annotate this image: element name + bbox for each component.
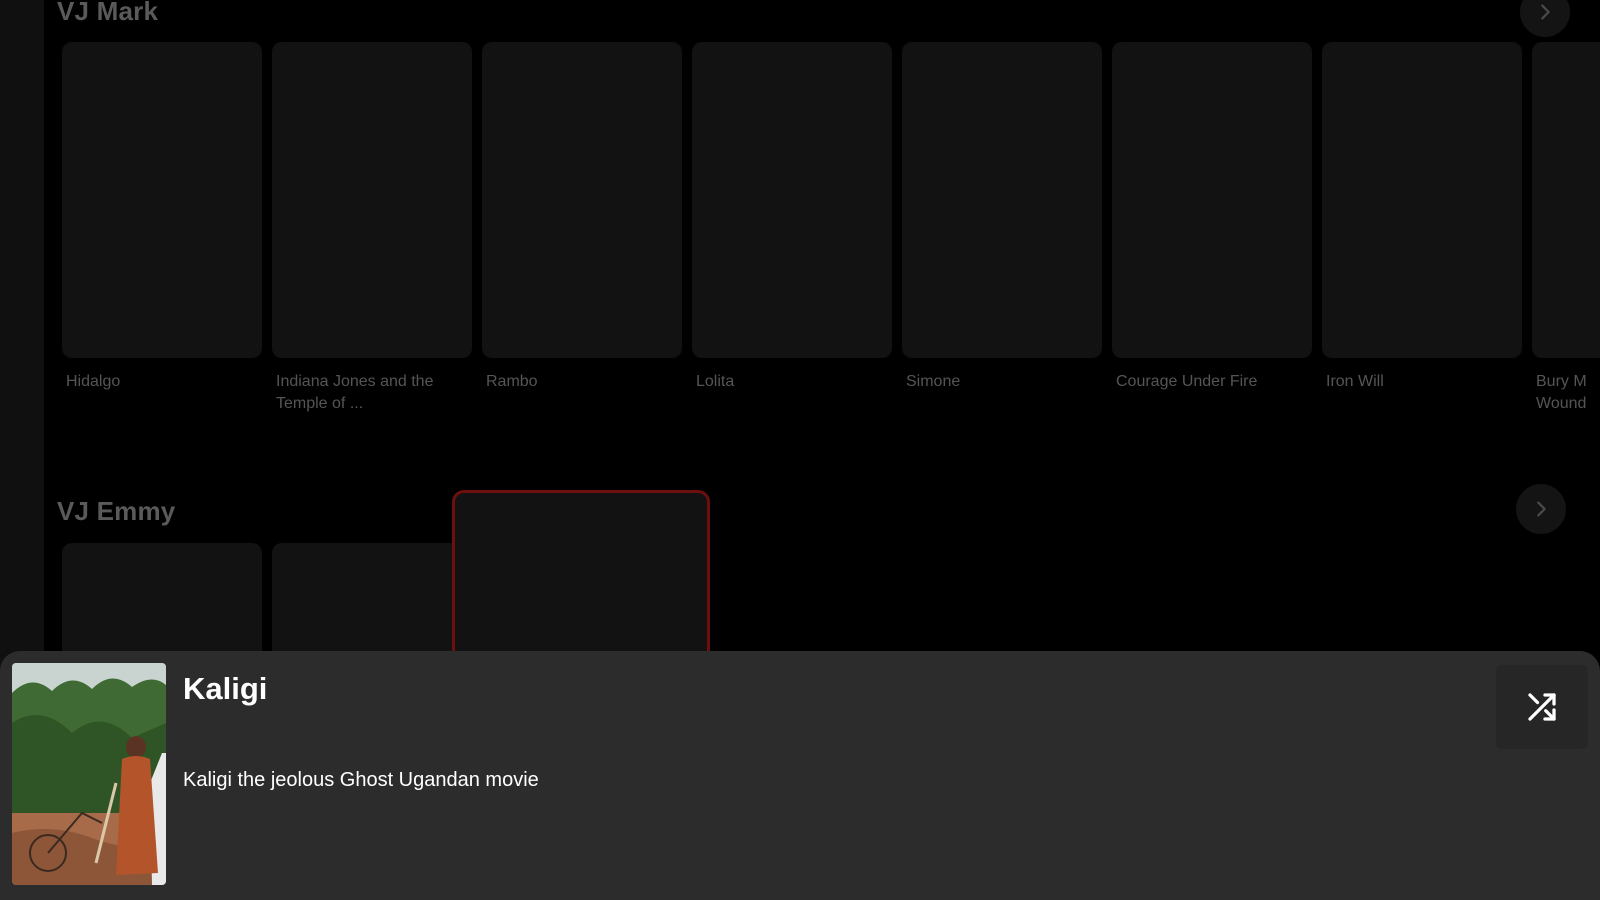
movie-title-line: Wound <box>1536 395 1587 412</box>
movie-card[interactable]: Courage Under Fire <box>1112 42 1312 415</box>
movie-poster <box>692 42 892 358</box>
movie-title: Courage Under Fire <box>1116 373 1258 390</box>
now-playing-description: Kaligi the jeolous Ghost Ugandan movie <box>183 769 539 791</box>
section-title-vj-mark: VJ Mark <box>57 0 159 26</box>
shuffle-button[interactable] <box>1496 665 1588 749</box>
movie-thumbnail-image <box>12 663 166 885</box>
movie-card[interactable]: Hidalgo <box>62 42 262 415</box>
movie-poster <box>482 42 682 358</box>
movie-row-vj-mark: Hidalgo Indiana Jones and the Temple of … <box>62 42 1522 415</box>
movie-card[interactable]: Rambo <box>482 42 682 415</box>
movie-poster <box>1112 42 1312 358</box>
movie-card-partial[interactable]: Bury M Wound <box>1532 42 1600 415</box>
movie-title: Iron Will <box>1326 373 1384 390</box>
movie-card[interactable]: Lolita <box>692 42 892 415</box>
section-next-button-vj-emmy[interactable] <box>1516 484 1566 534</box>
movie-poster <box>1532 42 1600 358</box>
movie-title: Bury M Wound <box>1532 371 1600 415</box>
shuffle-icon <box>1528 693 1556 721</box>
movie-title: Simone <box>906 373 961 390</box>
movie-title: Lolita <box>696 373 735 390</box>
movie-title: Hidalgo <box>66 373 121 390</box>
movie-card[interactable]: Indiana Jones and the Temple of ... <box>272 42 472 415</box>
movie-title: Rambo <box>486 373 538 390</box>
movie-poster <box>272 42 472 358</box>
movie-title: Indiana Jones and the Temple of ... <box>276 373 434 412</box>
section-title-vj-emmy: VJ Emmy <box>57 496 176 526</box>
now-playing-title: Kaligi <box>183 671 268 706</box>
chevron-right-icon <box>1541 4 1550 20</box>
chevron-right-icon <box>1537 501 1546 517</box>
movie-card[interactable]: Simone <box>902 42 1102 415</box>
mini-player[interactable]: Kaligi Kaligi the jeolous Ghost Ugandan … <box>0 651 1600 900</box>
section-next-button-vj-mark[interactable] <box>1520 0 1570 37</box>
movie-poster <box>62 42 262 358</box>
now-playing-thumbnail <box>12 663 166 885</box>
movie-poster <box>1322 42 1522 358</box>
movie-card[interactable]: Iron Will <box>1322 42 1522 415</box>
app-screen: VJ Mark Hidalgo Indiana Jones and the Te… <box>0 0 1600 900</box>
movie-poster <box>902 42 1102 358</box>
movie-title-line: Bury M <box>1536 373 1587 390</box>
